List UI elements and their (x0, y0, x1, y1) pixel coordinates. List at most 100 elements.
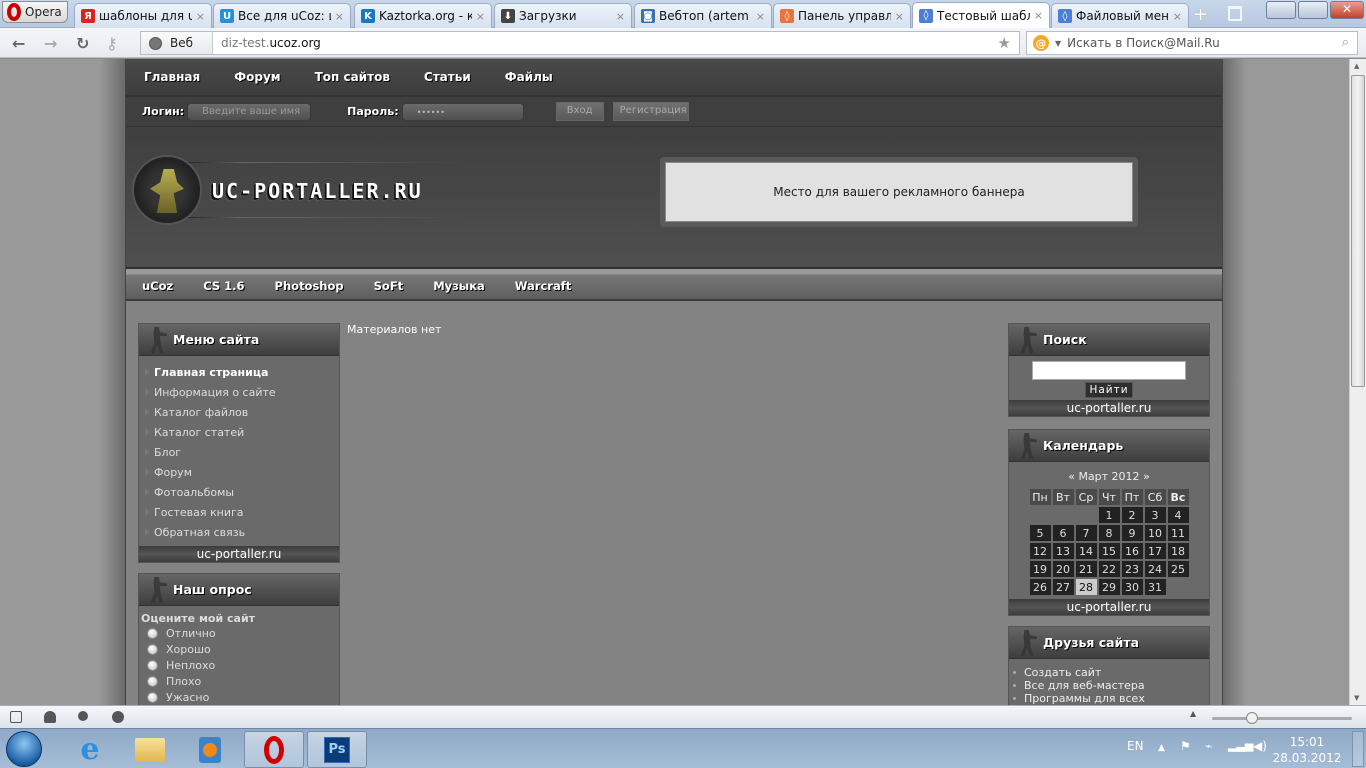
poll-option[interactable]: Хорошо (139, 641, 339, 657)
category-nav-link[interactable]: uCoz (142, 279, 173, 293)
calendar-day[interactable]: 15 (1098, 543, 1120, 559)
radio-button[interactable] (147, 675, 158, 687)
calendar-day[interactable]: 16 (1121, 543, 1143, 559)
tab-close-icon[interactable]: × (895, 10, 904, 23)
tab-close-icon[interactable]: × (196, 10, 205, 23)
mailru-search-icon[interactable]: @ (1033, 35, 1049, 51)
poll-option[interactable]: Ужасно (139, 689, 339, 705)
calendar-day[interactable]: 14 (1075, 543, 1097, 559)
site-menu-item[interactable]: Гостевая книга (139, 502, 339, 522)
site-menu-item[interactable]: Обратная связь (139, 522, 339, 542)
zoom-slider-track[interactable] (1212, 717, 1352, 720)
tab-close-icon[interactable]: × (1034, 9, 1043, 22)
calendar-day[interactable]: 5 (1029, 525, 1051, 541)
minimize-button[interactable] (1266, 1, 1296, 19)
site-menu-item[interactable]: Информация о сайте (139, 382, 339, 402)
login-button[interactable]: Вход (555, 102, 604, 121)
calendar-day[interactable]: 24 (1144, 561, 1166, 577)
browser-tab[interactable]: ◊ Панель управл... × (773, 3, 911, 28)
ad-banner[interactable]: Место для вашего рекламного баннера (665, 162, 1133, 222)
tab-close-icon[interactable]: × (616, 10, 625, 23)
dropdown-arrow-icon[interactable]: ▼ (1055, 39, 1061, 48)
calendar-day[interactable]: 30 (1121, 579, 1143, 595)
login-input[interactable]: Введите ваше имя (187, 102, 312, 121)
search-engine-field[interactable]: @ ▼ Искать в Поиск@Mail.Ru ⌕ (1026, 31, 1358, 55)
opera-icon[interactable] (244, 731, 304, 768)
category-nav-link[interactable]: Photoshop (275, 279, 344, 293)
internet-explorer-icon[interactable]: e (60, 731, 120, 768)
calendar-day[interactable]: 1 (1098, 507, 1120, 523)
top-nav-link[interactable]: Главная (144, 70, 200, 84)
calendar-day[interactable]: 6 (1052, 525, 1074, 541)
scroll-down-arrow-icon[interactable]: ▼ (1354, 694, 1359, 702)
site-menu-item[interactable]: Каталог статей (139, 422, 339, 442)
calendar-day[interactable]: 27 (1052, 579, 1074, 595)
radio-button[interactable] (147, 691, 158, 703)
calendar-day[interactable]: 21 (1075, 561, 1097, 577)
panel-toggle-icon[interactable] (10, 711, 22, 723)
start-button[interactable] (6, 731, 42, 767)
web-security-button[interactable]: Веб (141, 32, 213, 54)
show-desktop-button[interactable] (1352, 731, 1364, 767)
action-center-flag-icon[interactable]: ⚑ (1180, 739, 1191, 753)
bookmark-star-icon[interactable]: ★ (998, 34, 1011, 52)
browser-tab[interactable]: ◊ Файловый мен... × (1051, 3, 1189, 28)
key-icon[interactable]: ⚷ (106, 34, 118, 53)
close-window-button[interactable]: ✕ (1330, 1, 1364, 19)
logo-text[interactable]: UC-PORTALLER.RU (212, 179, 423, 203)
new-tab-plus-icon[interactable]: + (1193, 4, 1208, 25)
calendar-day[interactable]: 17 (1144, 543, 1166, 559)
calendar-day[interactable]: 12 (1029, 543, 1051, 559)
calendar-day[interactable]: 3 (1144, 507, 1166, 523)
scroll-up-arrow-icon[interactable]: ▲ (1354, 62, 1359, 70)
site-menu-item[interactable]: Главная страница (139, 362, 339, 382)
site-menu-item[interactable]: Каталог файлов (139, 402, 339, 422)
calendar-day[interactable]: 20 (1052, 561, 1074, 577)
calendar-next-button[interactable]: » (1143, 470, 1150, 483)
calendar-day[interactable]: 7 (1075, 525, 1097, 541)
top-nav-link[interactable]: Файлы (505, 70, 553, 84)
tab-close-icon[interactable]: × (1173, 10, 1182, 23)
top-nav-link[interactable]: Статьи (424, 70, 471, 84)
scrollbar-thumb[interactable] (1351, 75, 1365, 387)
calendar-day[interactable]: 10 (1144, 525, 1166, 541)
browser-tab[interactable]: ◊ Тестовый шабл... × (912, 2, 1050, 28)
url-text[interactable]: diz-test.ucoz.org (213, 36, 321, 50)
category-nav-link[interactable]: Музыка (433, 279, 485, 293)
photoshop-icon[interactable]: Ps (307, 731, 367, 768)
calendar-day[interactable]: 8 (1098, 525, 1120, 541)
volume-speaker-icon[interactable]: ◀) (1253, 739, 1267, 753)
vertical-scrollbar[interactable]: ▲ ▼ (1349, 59, 1366, 705)
show-hidden-icons-arrow-icon[interactable]: ▲ (1158, 743, 1165, 753)
calendar-day[interactable]: 9 (1121, 525, 1143, 541)
calendar-month-label[interactable]: Март 2012 (1078, 470, 1139, 483)
radio-button[interactable] (147, 643, 158, 655)
browser-tab[interactable]: ⬇ Загрузки × (494, 3, 632, 28)
restore-button[interactable] (1298, 1, 1328, 19)
language-indicator[interactable]: EN (1127, 739, 1144, 753)
zoom-slider-knob[interactable] (1246, 712, 1258, 724)
site-menu-item[interactable]: Блог (139, 442, 339, 462)
opera-turbo-icon[interactable] (112, 711, 124, 723)
calendar-day[interactable]: 23 (1121, 561, 1143, 577)
zoom-menu-arrow-icon[interactable]: ▲ (1190, 709, 1196, 718)
calendar-day[interactable]: 19 (1029, 561, 1051, 577)
calendar-prev-button[interactable]: « (1068, 470, 1075, 483)
site-search-button[interactable]: Найти (1085, 382, 1133, 398)
radio-button[interactable] (147, 659, 158, 671)
site-menu-item[interactable]: Фотоальбомы (139, 482, 339, 502)
category-nav-link[interactable]: Warcraft (515, 279, 571, 293)
calendar-day[interactable]: 29 (1098, 579, 1120, 595)
category-nav-link[interactable]: CS 1.6 (203, 279, 244, 293)
power-plug-icon[interactable]: ⌁ (1205, 739, 1212, 753)
poll-option[interactable]: Отлично (139, 625, 339, 641)
friend-link[interactable]: Все для веб-мастера (1009, 679, 1209, 692)
calendar-day[interactable]: 31 (1144, 579, 1166, 595)
back-arrow-icon[interactable]: ← (12, 34, 25, 53)
browser-tab[interactable]: U Все для uCoz: ш... × (213, 3, 351, 28)
media-player-icon[interactable] (180, 731, 240, 768)
tab-close-icon[interactable]: × (335, 10, 344, 23)
browser-tab[interactable]: ◙ Вебтоп (artem g... × (634, 3, 772, 28)
opera-link-icon[interactable] (78, 711, 88, 721)
calendar-day[interactable]: 2 (1121, 507, 1143, 523)
